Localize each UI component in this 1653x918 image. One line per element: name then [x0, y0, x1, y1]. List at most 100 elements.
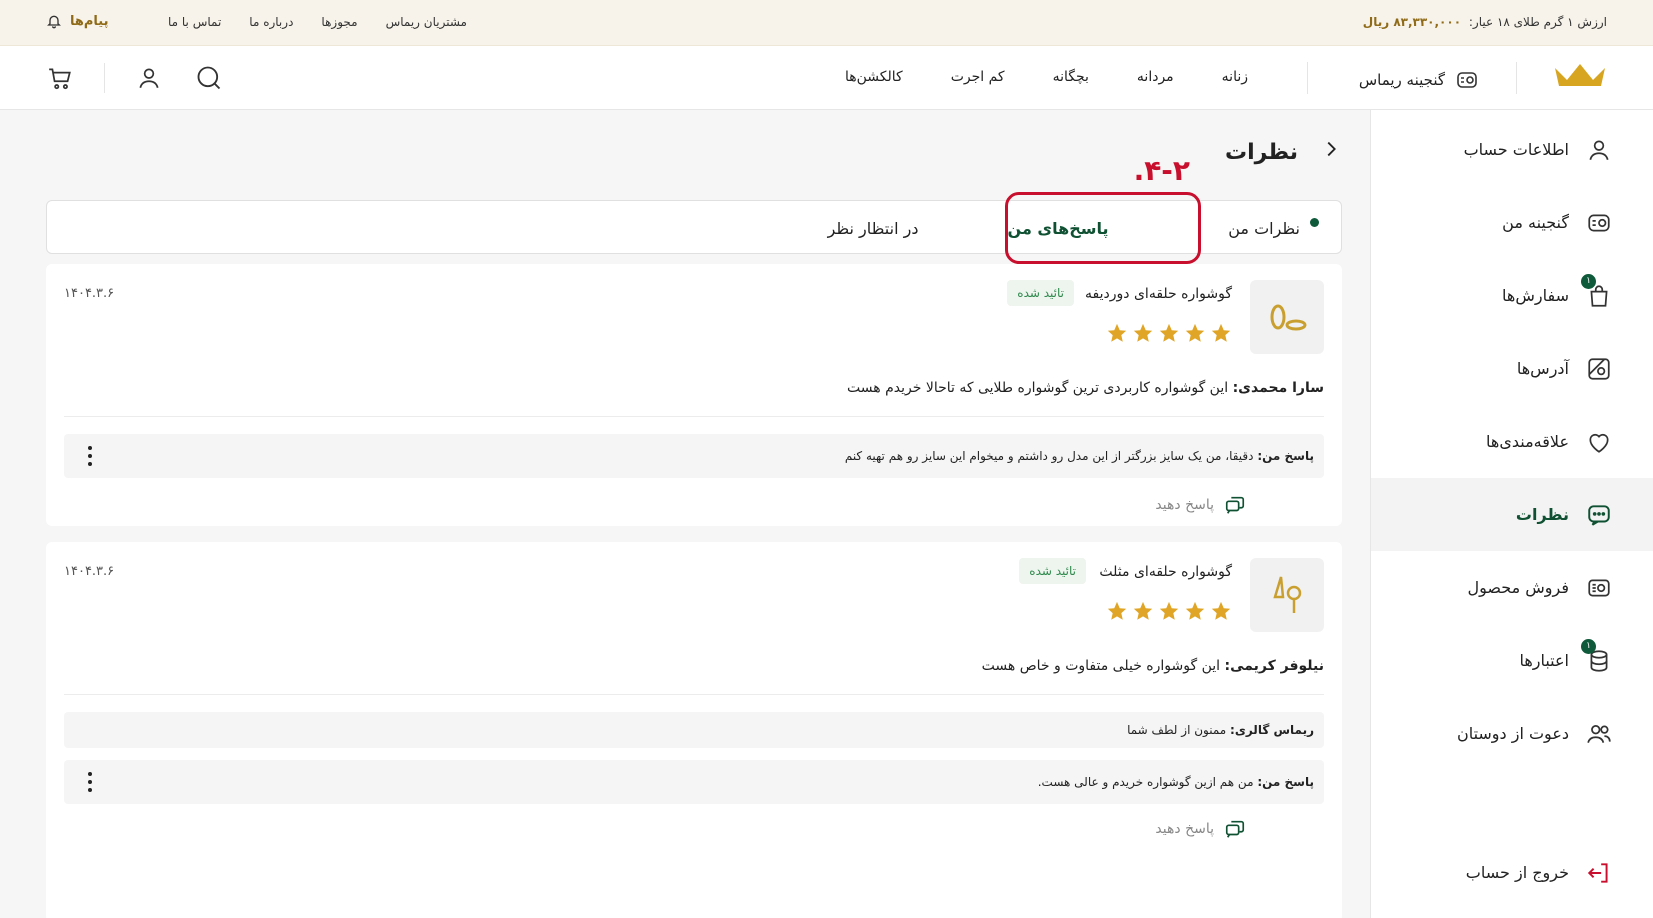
ganjineh-link[interactable]: گنجینه ریماس — [1359, 68, 1479, 92]
link-customers[interactable]: مشتریان ریماس — [386, 15, 467, 29]
menu-women[interactable]: زنانه — [1222, 69, 1248, 85]
map-icon — [1585, 355, 1613, 383]
search-button[interactable] — [193, 62, 225, 94]
more-options-button[interactable] — [82, 770, 98, 794]
ganjineh-label: گنجینه ریماس — [1358, 71, 1445, 89]
sidebar-item-label: علاقه‌مندی‌ها — [1486, 432, 1569, 451]
step-annotation: .۴-۲ — [1133, 154, 1190, 187]
link-about[interactable]: درباره ما — [249, 15, 293, 29]
reply-author: ریماس گالری: — [1230, 723, 1314, 737]
sidebar-item-label: دعوت از دوستان — [1456, 724, 1569, 743]
reply-item: ریماس گالری: ممنون از لطف شما — [64, 712, 1324, 748]
card-divider — [64, 416, 1324, 417]
comments-tabs: نظرات من پاسخ‌های من در انتظار نظر — [46, 192, 1342, 264]
star-icon — [1159, 601, 1179, 620]
earring-hoop-icon — [1270, 304, 1307, 331]
star-icon — [1107, 323, 1127, 342]
earring-triangle-icon — [1273, 576, 1302, 613]
logo[interactable] — [1553, 60, 1607, 94]
top-links: مشتریان ریماس مجوزها درباره ما تماس با م… — [168, 15, 467, 29]
menu-low-wage[interactable]: کم اجرت — [951, 69, 1005, 85]
comments-page: نظرات .۴-۲ نظرات من پاسخ‌های من در انتظا… — [46, 110, 1342, 918]
sidebar-item-label: اطلاعات حساب — [1463, 140, 1569, 159]
more-options-button[interactable] — [82, 444, 98, 468]
sidebar-item-label: فروش محصول — [1467, 578, 1569, 597]
treasure-icon — [1585, 209, 1613, 237]
answer-button[interactable]: پاسخ دهید — [1155, 818, 1246, 840]
users-icon — [1585, 720, 1613, 748]
page-header: نظرات — [1225, 138, 1342, 166]
reply-item: پاسخ من: دقیقا، من یک سایز بزرگتر از این… — [64, 434, 1324, 478]
link-licenses[interactable]: مجوزها — [321, 15, 357, 29]
star-icon — [1185, 601, 1205, 620]
sidebar-item-invite-friends[interactable]: دعوت از دوستان — [1371, 697, 1653, 770]
sidebar-item-label: اعتبارها — [1519, 651, 1569, 670]
sidebar-item-credits[interactable]: ۱ اعتبارها — [1371, 624, 1653, 697]
menu-men[interactable]: مردانه — [1137, 69, 1174, 85]
page-title: نظرات — [1224, 139, 1298, 165]
product-name[interactable]: گوشواره حلقه‌ای مثلث — [1099, 564, 1232, 580]
review-text: این گوشواره خیلی متفاوت و خاص هست — [981, 658, 1221, 674]
review-comment: نیلوفر کریمی: این گوشواره خیلی متفاوت و … — [982, 658, 1324, 674]
answer-label: پاسخ دهید — [1155, 821, 1214, 837]
review-comment: سارا محمدی: این گوشواره کاربردی ترین گوش… — [847, 380, 1324, 396]
reply-text: ممنون از لطف شما — [1127, 723, 1227, 737]
sidebar-item-account-info[interactable]: اطلاعات حساب — [1371, 113, 1653, 186]
gold-price: ارزش ۱ گرم طلای ۱۸ عیار: ۸۳,۳۳۰,۰۰۰ ریال — [1363, 15, 1607, 29]
logout-button[interactable]: خروج از حساب — [1371, 836, 1653, 909]
comment-icon — [1585, 501, 1613, 529]
sidebar-item-label: گنجینه من — [1502, 213, 1569, 232]
nav-divider — [1516, 62, 1517, 94]
back-button[interactable] — [1320, 138, 1342, 166]
logout-icon — [1585, 859, 1613, 887]
nav-icons-divider — [104, 63, 105, 93]
tab-label: نظرات من — [1228, 218, 1300, 238]
tab-label: در انتظار نظر — [827, 218, 919, 238]
review-date: ۱۴۰۴.۳.۶ — [64, 564, 115, 579]
tab-highlight-annotation — [1005, 192, 1201, 264]
rating-stars — [1106, 322, 1232, 344]
star-icon — [1211, 323, 1231, 342]
heart-icon — [1585, 428, 1613, 456]
star-icon — [1211, 601, 1231, 620]
sidebar-item-addresses[interactable]: آدرس‌ها — [1371, 332, 1653, 405]
sidebar-item-sell-product[interactable]: فروش محصول — [1371, 551, 1653, 624]
status-badge: تائید شده — [1019, 558, 1086, 584]
reply-item: پاسخ من: من هم ازین گوشواره خریدم و عالی… — [64, 760, 1324, 804]
sidebar-item-label: نظرات — [1515, 505, 1569, 524]
credits-badge: ۱ — [1581, 638, 1596, 654]
link-contact[interactable]: تماس با ما — [168, 15, 221, 29]
tab-my-comments[interactable]: نظرات من — [1228, 201, 1319, 255]
menu-collections[interactable]: کالکشن‌ها — [845, 69, 903, 85]
menu-kids[interactable]: بچگانه — [1053, 69, 1089, 85]
star-icon — [1133, 601, 1153, 620]
reply-author: پاسخ من: — [1257, 449, 1314, 463]
cart-icon — [49, 68, 71, 90]
reply-author: پاسخ من: — [1257, 775, 1314, 789]
star-icon — [1159, 323, 1179, 342]
star-icon — [1133, 323, 1153, 342]
reply-text: دقیقا، من یک سایز بزرگتر از این مدل رو د… — [844, 449, 1254, 463]
review-author: سارا محمدی: — [1232, 380, 1324, 396]
sidebar-item-label: سفارش‌ها — [1502, 286, 1569, 305]
shopping-bag-icon: ۱ — [1581, 273, 1613, 310]
answer-button[interactable]: پاسخ دهید — [1155, 494, 1246, 516]
review-text: این گوشواره کاربردی ترین گوشواره طلایی ک… — [847, 380, 1229, 396]
tab-pending-review[interactable]: در انتظار نظر — [793, 201, 953, 255]
product-image[interactable] — [1250, 558, 1324, 632]
product-name[interactable]: گوشواره حلقه‌ای دوردیفه — [1085, 286, 1232, 302]
coins-icon: ۱ — [1581, 638, 1613, 675]
nav-icons — [44, 62, 225, 94]
messages-button[interactable]: پیام‌ها — [46, 13, 109, 29]
tab-indicator-dot — [1310, 217, 1319, 227]
sidebar-item-orders[interactable]: ۱ سفارش‌ها — [1371, 259, 1653, 332]
crown-logo-icon — [1555, 64, 1605, 86]
gold-price-value: ۸۳,۳۳۰,۰۰۰ ریال — [1362, 15, 1462, 29]
sidebar-item-my-treasure[interactable]: گنجینه من — [1371, 186, 1653, 259]
chevron-right-icon — [1327, 141, 1336, 157]
sidebar-item-comments[interactable]: نظرات — [1371, 478, 1653, 551]
cart-button[interactable] — [44, 62, 76, 94]
product-image[interactable] — [1250, 280, 1324, 354]
profile-button[interactable] — [133, 62, 165, 94]
sidebar-item-favorites[interactable]: علاقه‌مندی‌ها — [1371, 405, 1653, 478]
